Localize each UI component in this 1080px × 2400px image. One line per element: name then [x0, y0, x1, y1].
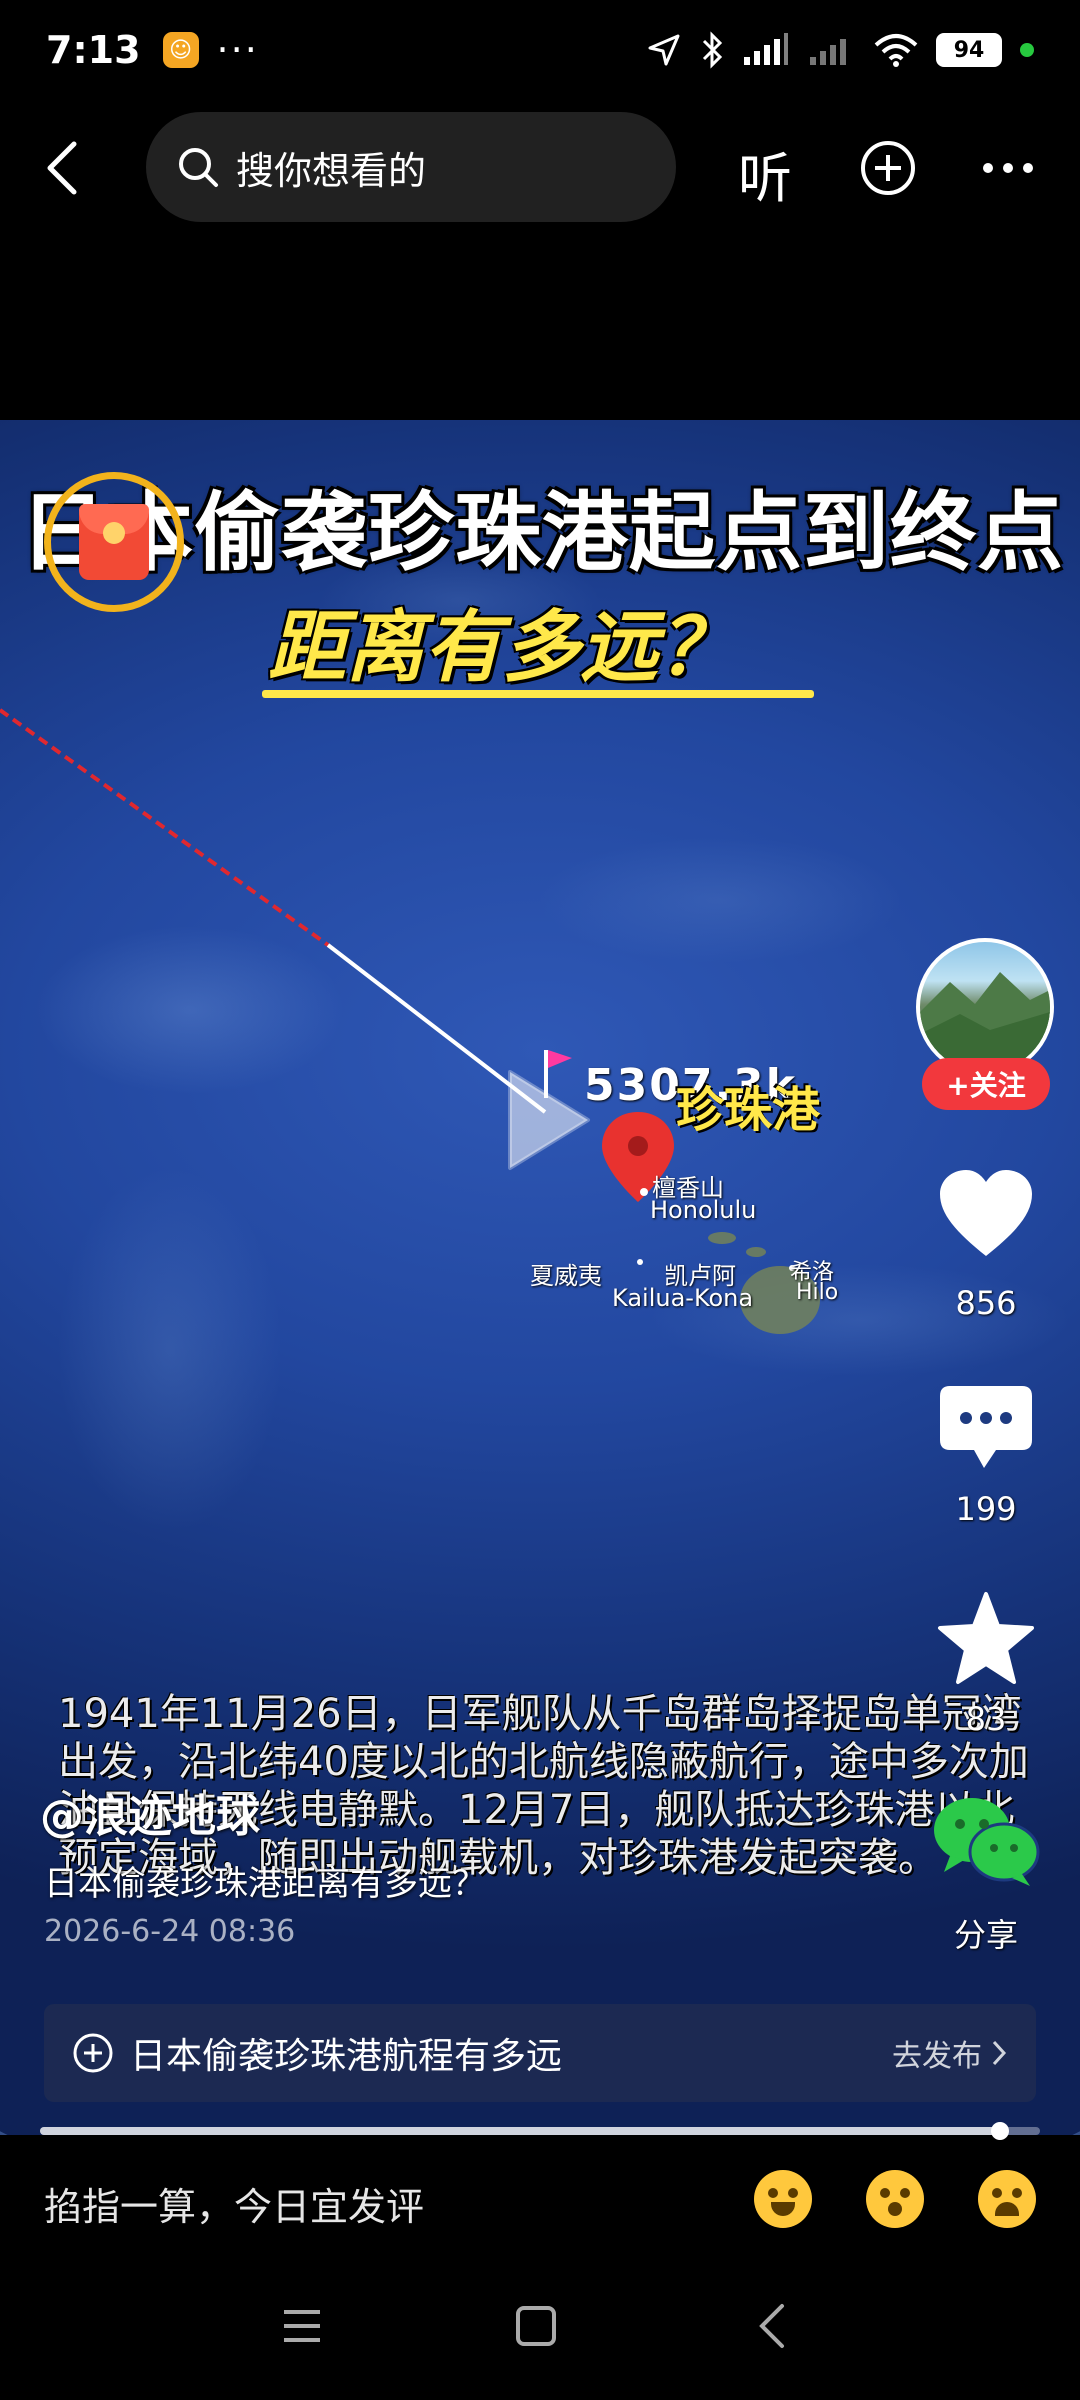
author-name[interactable]: @浪迹地球 — [40, 1780, 260, 1844]
wifi-icon — [874, 34, 918, 67]
crying-emoji-icon[interactable] — [978, 2170, 1036, 2228]
signal-2-icon — [810, 39, 846, 65]
kailua-label: Kailua-Kona — [612, 1284, 754, 1312]
search-placeholder: 搜你想看的 — [236, 148, 427, 193]
follow-button[interactable]: +关注 — [922, 1058, 1050, 1110]
post-date: 2026-6-24 08:36 — [44, 1914, 296, 1949]
hawaii-cn-label: 夏威夷 — [530, 1262, 602, 1290]
privacy-dot-icon — [1020, 43, 1034, 57]
bluetooth-icon — [702, 31, 723, 69]
publish-label: 去发布 — [892, 2039, 982, 2074]
like-heart-icon[interactable] — [936, 1168, 1036, 1260]
more-icon[interactable] — [978, 140, 1038, 196]
chevron-right-icon — [992, 2040, 1007, 2066]
location-icon — [648, 34, 680, 66]
battery-icon: 94 — [936, 33, 1002, 67]
route-line-red — [0, 708, 330, 947]
status-bar: 7:13 ☺ ··· 94 — [0, 0, 1080, 100]
progress-fill — [40, 2127, 1000, 2135]
listen-button[interactable]: 听 — [738, 134, 792, 213]
system-nav-bar — [0, 2260, 1080, 2400]
mountain-avatar-image — [920, 972, 1050, 1072]
video-description: 日本偷袭珍珠港距离有多远？ — [44, 1864, 486, 1904]
share-label: 分享 — [953, 1916, 1018, 1954]
pearl-harbor-label: 珍珠港 — [676, 1082, 821, 1138]
wechat-share-icon[interactable] — [930, 1792, 1042, 1888]
honolulu-label: Honolulu — [650, 1196, 757, 1224]
comment-icon[interactable] — [936, 1382, 1036, 1472]
title-underline — [262, 690, 814, 698]
home-icon[interactable] — [514, 2304, 558, 2348]
comment-bar: 掐指一算，今日宜发评 — [0, 2140, 1080, 2260]
plus-circle-icon[interactable] — [860, 140, 916, 196]
menu-icon[interactable] — [280, 2306, 324, 2346]
back-icon[interactable] — [40, 140, 84, 196]
status-more: ··· — [216, 28, 259, 72]
like-count: 856 — [955, 1284, 1017, 1322]
honolulu-dot — [640, 1188, 648, 1196]
video-title-sub: 距离有多远？ — [268, 603, 737, 693]
publish-button[interactable]: 去发布 — [892, 2031, 1008, 2075]
back-nav-icon[interactable] — [752, 2302, 792, 2350]
hilo-label: Hilo — [796, 1280, 839, 1305]
status-time: 7:13 — [46, 28, 141, 72]
top-nav: 搜你想看的 听 — [0, 112, 1080, 222]
topic-text: 日本偷袭珍珠港航程有多远 — [130, 2036, 563, 2077]
red-packet-button[interactable] — [44, 472, 184, 612]
red-envelope-icon — [79, 504, 149, 580]
app-badge-icon: ☺ — [162, 32, 199, 68]
play-icon[interactable] — [500, 1064, 596, 1176]
comment-count: 199 — [955, 1490, 1017, 1528]
progress-handle[interactable] — [991, 2122, 1009, 2140]
video-progress-bar[interactable] — [40, 2122, 1040, 2140]
topic-bar[interactable]: 日本偷袭珍珠港航程有多远 去发布 — [44, 2004, 1036, 2102]
laughing-emoji-icon[interactable] — [754, 2170, 812, 2228]
wink-emoji-icon[interactable] — [866, 2170, 924, 2228]
plus-circle-small-icon — [73, 2033, 113, 2073]
favorite-star-icon[interactable] — [936, 1590, 1036, 1686]
battery-level: 94 — [953, 37, 985, 63]
author-avatar[interactable] — [916, 938, 1054, 1076]
comment-input[interactable]: 掐指一算，今日宜发评 — [44, 2176, 424, 2231]
search-icon — [179, 148, 218, 187]
signal-icon — [744, 33, 788, 65]
search-bar[interactable]: 搜你想看的 — [146, 112, 676, 222]
favorite-count: 83 — [965, 1700, 1007, 1738]
